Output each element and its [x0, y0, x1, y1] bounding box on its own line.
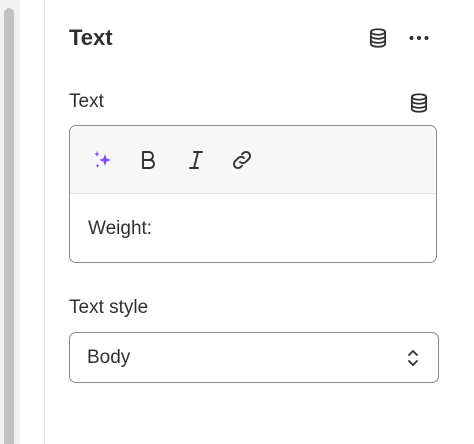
database-icon	[410, 93, 428, 113]
panel-header: Text	[69, 22, 439, 54]
italic-button[interactable]	[181, 145, 211, 175]
editor-text-content[interactable]: Weight:	[88, 218, 152, 240]
bold-icon	[142, 151, 155, 169]
editor-toolbar	[70, 126, 436, 194]
text-field-label: Text	[69, 91, 104, 112]
scrollbar-thumb[interactable]	[4, 8, 14, 444]
text-style-select[interactable]: Body	[69, 332, 439, 383]
select-arrows-icon	[402, 346, 424, 370]
text-style-label: Text style	[69, 297, 149, 318]
link-button[interactable]	[227, 145, 257, 175]
scroll-gutter	[0, 0, 20, 444]
more-horizontal-icon	[409, 36, 429, 40]
panel-title: Text	[69, 25, 113, 50]
more-actions-button[interactable]	[405, 24, 433, 52]
database-icon	[369, 28, 387, 48]
magic-icon	[94, 151, 111, 168]
italic-icon	[189, 151, 203, 169]
text-style-value: Body	[87, 347, 131, 368]
connect-text-source-button[interactable]	[405, 89, 433, 117]
link-icon	[232, 150, 252, 170]
app-screen: Text Text Weight: Text style Body	[0, 0, 474, 444]
rich-text-editor: Weight:	[69, 125, 437, 263]
magic-button[interactable]	[88, 145, 118, 175]
connect-source-button[interactable]	[364, 24, 392, 52]
settings-panel: Text Text Weight: Text style Body	[44, 0, 474, 444]
text-field-header: Text	[69, 88, 439, 116]
bold-button[interactable]	[133, 145, 163, 175]
